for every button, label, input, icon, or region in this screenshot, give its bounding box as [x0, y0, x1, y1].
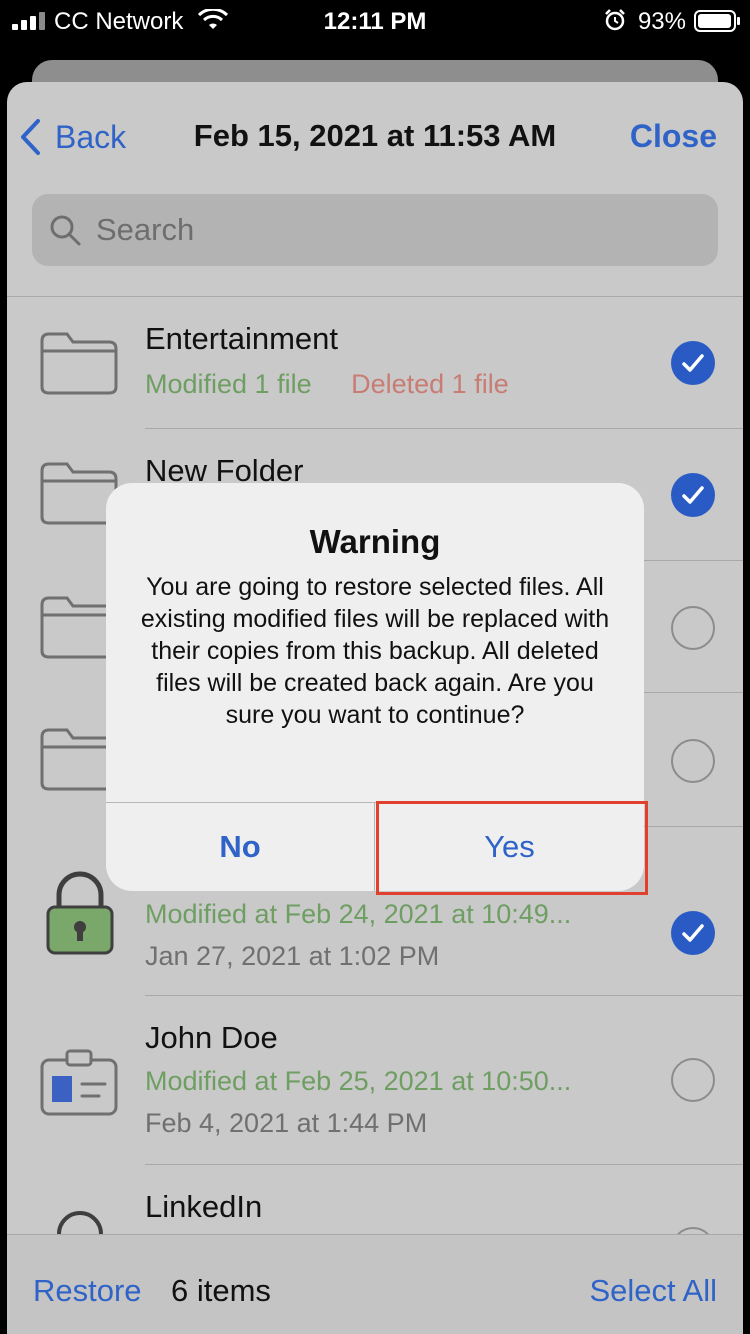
checkbox-unchecked[interactable]	[671, 739, 715, 783]
checkbox-checked[interactable]	[671, 473, 715, 517]
item-date: Jan 27, 2021 at 1:02 PM	[145, 941, 440, 971]
checkbox-unchecked[interactable]	[671, 1058, 715, 1102]
navigation-bar: Back Feb 15, 2021 at 11:53 AM Close	[7, 82, 743, 192]
lock-icon	[46, 871, 114, 955]
deleted-label: Deleted 1 file	[351, 369, 509, 399]
item-date: Feb 4, 2021 at 1:44 PM	[145, 1108, 428, 1138]
modified-label: Modified 1 file	[145, 369, 312, 399]
dialog-title: Warning	[309, 523, 441, 560]
checkmark-icon	[682, 486, 704, 504]
list-item[interactable]: John Doe Modified at Feb 25, 2021 at 10:…	[7, 996, 743, 1165]
folder-icon	[40, 332, 118, 395]
alarm-icon	[605, 9, 625, 31]
battery-percent: 93%	[637, 8, 686, 35]
item-status: Modified 1 file Deleted 1 file	[145, 369, 509, 400]
modified-label: Modified at Feb 24, 2021 at 10:49...	[145, 899, 572, 929]
checkmark-icon	[682, 354, 704, 372]
item-name: Entertainment	[145, 321, 338, 356]
id-card-icon	[40, 1049, 118, 1116]
battery-icon	[694, 10, 740, 32]
modified-label: Modified at Feb 25, 2021 at 10:50...	[145, 1066, 572, 1096]
item-count: 6 items	[171, 1273, 271, 1308]
restore-button[interactable]: Restore	[33, 1273, 142, 1309]
checkbox-checked[interactable]	[671, 341, 715, 385]
no-button[interactable]: No	[106, 803, 374, 891]
select-all-button[interactable]: Select All	[589, 1273, 717, 1309]
yes-button-highlight	[376, 801, 648, 895]
checkbox-unchecked[interactable]	[671, 606, 715, 650]
search-placeholder: Search	[96, 212, 195, 247]
status-bar: CC Network 12:11 PM 93%	[0, 0, 750, 44]
item-name: LinkedIn	[145, 1189, 263, 1224]
checkbox-checked[interactable]	[671, 911, 715, 955]
search-icon	[50, 215, 81, 246]
bottom-toolbar: Restore 6 items Select All	[7, 1234, 743, 1334]
dialog-message: You are going to restore selected files.…	[140, 573, 610, 729]
search-field[interactable]: Search	[32, 194, 718, 266]
close-button[interactable]: Close	[630, 118, 717, 155]
item-name: John Doe	[145, 1020, 278, 1055]
list-item[interactable]: Entertainment Modified 1 file Deleted 1 …	[7, 297, 743, 429]
checkmark-icon	[682, 924, 704, 942]
